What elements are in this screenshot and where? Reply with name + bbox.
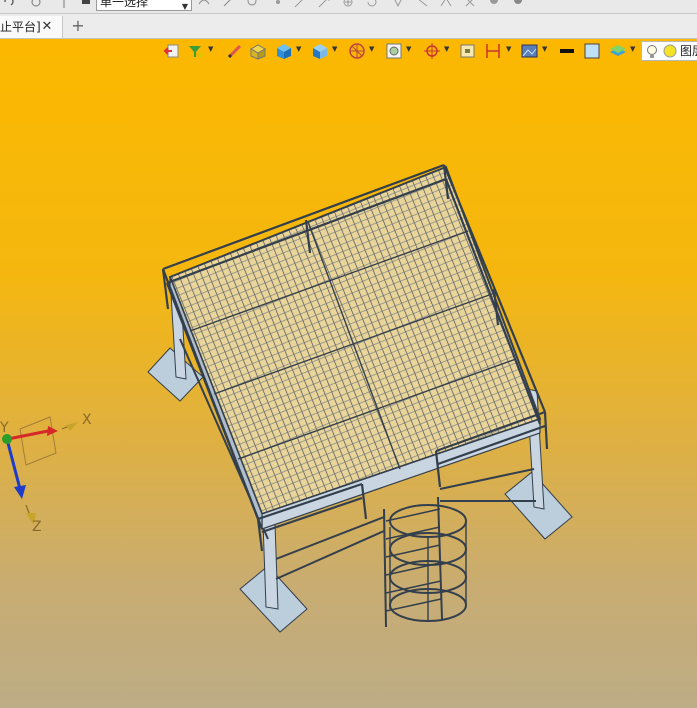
axis-y-label: Y: [0, 420, 9, 436]
selection-filter-select[interactable]: 单一选择 ▼: [96, 0, 192, 11]
axis-z-arrow: [6, 442, 22, 490]
constraint-icon[interactable]: [392, 0, 404, 8]
axis-z-label: Z: [32, 519, 42, 535]
chevron-down-icon: ▼: [181, 2, 188, 11]
ladder-rail-left: [383, 508, 387, 628]
sketch-icon[interactable]: [222, 0, 234, 8]
document-tab-bar: 止平台] ✕ +: [0, 14, 697, 39]
tab-document-label: 止平台]: [0, 20, 41, 34]
ladder-rungs: [385, 508, 442, 612]
circle-icon[interactable]: [246, 0, 258, 8]
triad-plane-xy: [19, 416, 57, 466]
redo-icon[interactable]: [30, 0, 42, 8]
undo-icon[interactable]: [2, 0, 14, 8]
3d-viewport[interactable]: ▼ ▼ ▼ ▼ ▼ ▼ ▼ ▼ ▼ 图层: [0, 39, 697, 708]
rotate-icon[interactable]: [366, 0, 378, 8]
axis-x-cone: [66, 422, 78, 431]
axis-x-arrow: [7, 429, 49, 441]
arrow-icon[interactable]: [318, 0, 330, 8]
quick-access-toolbar: 单一选择 ▼: [0, 0, 697, 14]
add-tab-button[interactable]: +: [70, 16, 86, 36]
ladder-rail-right: [437, 496, 443, 620]
stop-icon[interactable]: [80, 0, 92, 8]
dimension-icon[interactable]: [416, 0, 428, 8]
axis-z-head: [14, 485, 26, 499]
extend-icon[interactable]: [464, 0, 476, 8]
post-right-front: [543, 411, 549, 450]
axis-triad[interactable]: [0, 409, 110, 549]
axis-x-label: X: [82, 412, 92, 428]
grating-deck: [168, 165, 542, 516]
ladder-cage: [383, 496, 467, 628]
line-icon[interactable]: [294, 0, 306, 8]
display-icon[interactable]: [512, 0, 524, 8]
add-icon[interactable]: [342, 0, 354, 8]
selection-filter-value: 单一选择: [100, 0, 149, 9]
platform-model[interactable]: [0, 39, 697, 708]
settings-icon[interactable]: [488, 0, 500, 8]
trim-icon[interactable]: [440, 0, 452, 8]
curve-icon[interactable]: [198, 0, 210, 8]
point-icon[interactable]: [272, 0, 284, 8]
tab-document[interactable]: 止平台] ✕: [0, 16, 63, 38]
pin-icon[interactable]: [58, 0, 70, 8]
close-icon[interactable]: ✕: [40, 16, 54, 38]
